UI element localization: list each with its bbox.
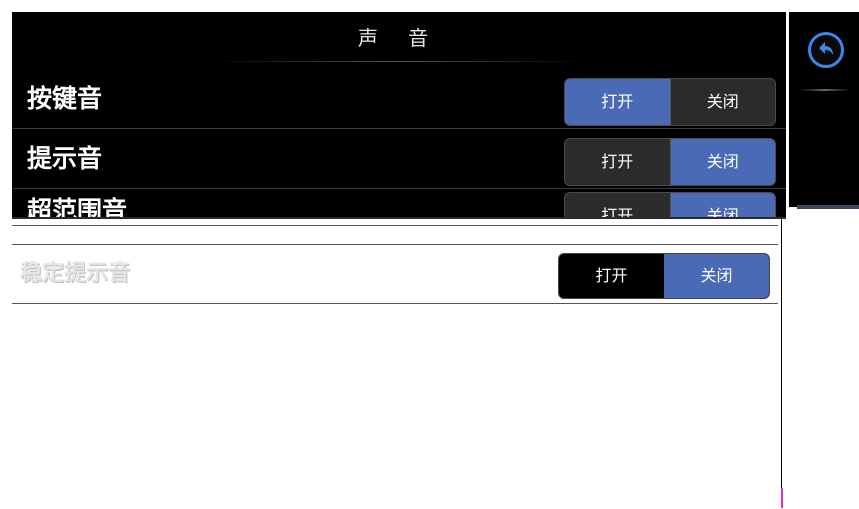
stable-prompt-toggle: 打开 关闭 — [558, 253, 770, 299]
vertical-divider — [781, 217, 782, 507]
setting-label: 稳定提示音 — [20, 261, 131, 286]
prompt-sound-toggle: 打开 关闭 — [564, 138, 776, 186]
prompt-sound-off-option[interactable]: 关闭 — [670, 139, 775, 185]
key-sound-on-option[interactable]: 打开 — [565, 79, 670, 125]
page-title: 声 音 — [12, 12, 786, 64]
back-arrow-icon — [819, 42, 833, 55]
setting-row-key-sound: 按键音 打开 关闭 — [12, 70, 786, 129]
row-divider — [12, 303, 778, 304]
sidebar-divider — [799, 89, 851, 91]
stable-prompt-off-option[interactable]: 关闭 — [664, 254, 769, 298]
right-sidebar — [789, 12, 859, 209]
out-of-range-toggle: 打开 关闭 — [564, 192, 776, 217]
key-sound-toggle: 打开 关闭 — [564, 78, 776, 126]
setting-label: 提示音 — [27, 144, 103, 173]
setting-row-prompt-sound: 提示音 打开 关闭 — [12, 130, 786, 189]
stable-prompt-on-option[interactable]: 打开 — [559, 254, 664, 298]
out-of-range-off-option[interactable]: 关闭 — [670, 193, 775, 217]
setting-label: 超范围音 — [27, 196, 128, 217]
setting-row-out-of-range-sound: 超范围音 打开 关闭 — [12, 188, 786, 217]
back-button[interactable] — [808, 32, 844, 68]
out-of-range-on-option[interactable]: 打开 — [565, 193, 670, 217]
setting-row-stable-prompt-sound: 稳定提示音 打开 关闭 — [12, 245, 778, 303]
sidebar-bottom-bar — [797, 205, 859, 209]
key-sound-off-option[interactable]: 关闭 — [671, 79, 776, 125]
setting-label: 按键音 — [27, 84, 103, 113]
prompt-sound-on-option[interactable]: 打开 — [565, 139, 670, 185]
sound-settings-panel: 声 音 按键音 打开 关闭 提示音 打开 关闭 超范围音 打开 关闭 — [12, 12, 786, 219]
render-artifact — [781, 488, 783, 508]
row-divider — [12, 225, 778, 226]
